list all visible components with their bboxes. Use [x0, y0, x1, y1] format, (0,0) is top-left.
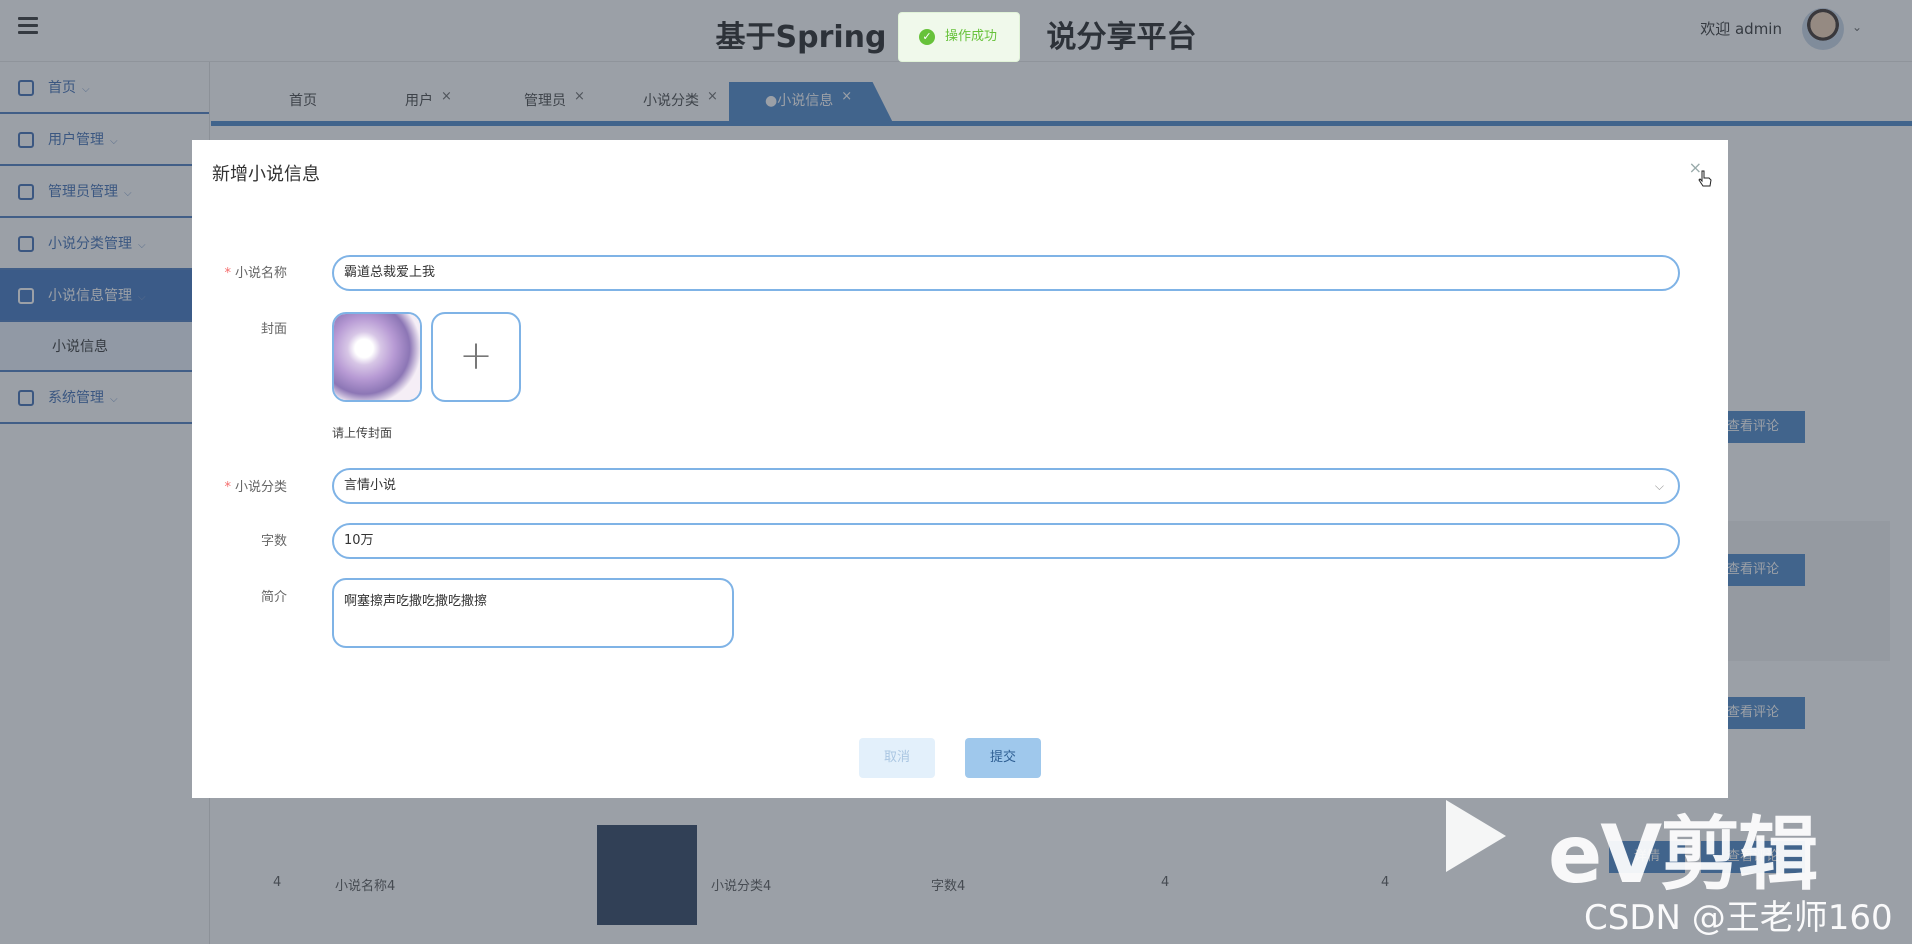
chevron-down-icon: ⌵ — [1654, 479, 1664, 493]
watermark-csdn: CSDN @王老师160 — [1584, 898, 1893, 938]
submit-button[interactable]: 提交 — [965, 738, 1041, 778]
upload-hint: 请上传封面 — [332, 426, 393, 440]
intro-label: 简介 — [260, 590, 287, 605]
success-toast: ✓ 操作成功 — [898, 12, 1020, 62]
cover-label: 封面 — [260, 322, 287, 337]
cancel-button[interactable]: 取消 — [859, 738, 935, 778]
check-icon: ✓ — [919, 29, 935, 45]
hand-cursor-icon — [1698, 170, 1712, 187]
words-label: 字数 — [260, 534, 287, 549]
name-label: * 小说名称 — [224, 266, 287, 281]
category-select[interactable]: 言情小说 ⌵ — [332, 468, 1680, 504]
upload-add-icon[interactable]: + — [431, 312, 521, 402]
category-label: * 小说分类 — [224, 480, 287, 495]
word-count-input[interactable]: 10万 — [332, 523, 1680, 559]
novel-name-input[interactable]: 霸道总裁爱上我 — [332, 255, 1680, 291]
intro-textarea[interactable]: 啊塞擦声吃撒吃撒吃撒擦 — [332, 578, 734, 648]
add-novel-dialog: 新增小说信息 × * 小说名称 霸道总裁爱上我 封面 + 请上传封面 * 小说分类 … — [192, 140, 1728, 798]
dialog-title: 新增小说信息 — [212, 164, 320, 185]
play-logo-icon — [1446, 800, 1506, 872]
cover-image-preview[interactable] — [332, 312, 422, 402]
watermark-brand: eV剪辑 — [1548, 808, 1818, 901]
